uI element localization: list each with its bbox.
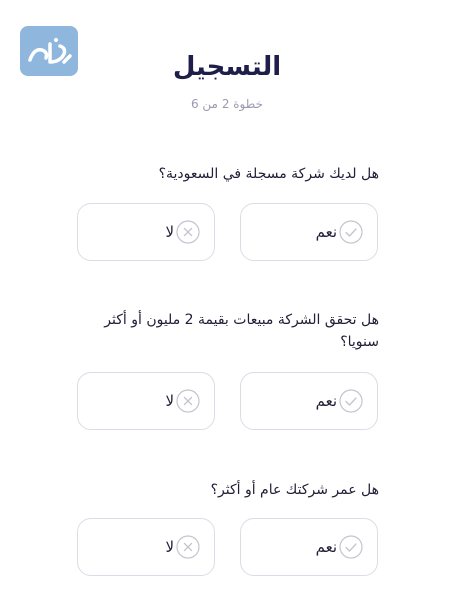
registration-page: التسجيل خطوة 2 من 6 هل لديك شركة مسجلة ف… bbox=[0, 0, 468, 600]
check-circle-icon bbox=[339, 220, 363, 244]
question-2: هل تحقق الشركة مبيعات بقيمة 2 مليون أو أ… bbox=[104, 312, 379, 350]
question-3: هل عمر شركتك عام أو أكثر؟ bbox=[210, 482, 379, 498]
yes-label: نعم bbox=[315, 392, 337, 410]
no-label: لا bbox=[165, 538, 174, 556]
step-indicator: خطوة 2 من 6 bbox=[190, 97, 264, 111]
x-circle-icon bbox=[176, 535, 200, 559]
question-2-no-button[interactable]: لا bbox=[77, 372, 215, 430]
no-label: لا bbox=[165, 223, 174, 241]
question-1: هل لديك شركة مسجلة في السعودية؟ bbox=[158, 166, 379, 182]
check-circle-icon bbox=[339, 535, 363, 559]
question-3-yes-button[interactable]: نعم bbox=[240, 518, 378, 576]
question-3-no-button[interactable]: لا bbox=[77, 518, 215, 576]
x-circle-icon bbox=[176, 389, 200, 413]
check-circle-icon bbox=[339, 389, 363, 413]
page-title: التسجيل bbox=[172, 52, 282, 82]
question-2-yes-button[interactable]: نعم bbox=[240, 372, 378, 430]
yes-label: نعم bbox=[315, 538, 337, 556]
question-1-no-button[interactable]: لا bbox=[77, 203, 215, 261]
question-1-yes-button[interactable]: نعم bbox=[240, 203, 378, 261]
x-circle-icon bbox=[176, 220, 200, 244]
no-label: لا bbox=[165, 392, 174, 410]
yes-label: نعم bbox=[315, 223, 337, 241]
